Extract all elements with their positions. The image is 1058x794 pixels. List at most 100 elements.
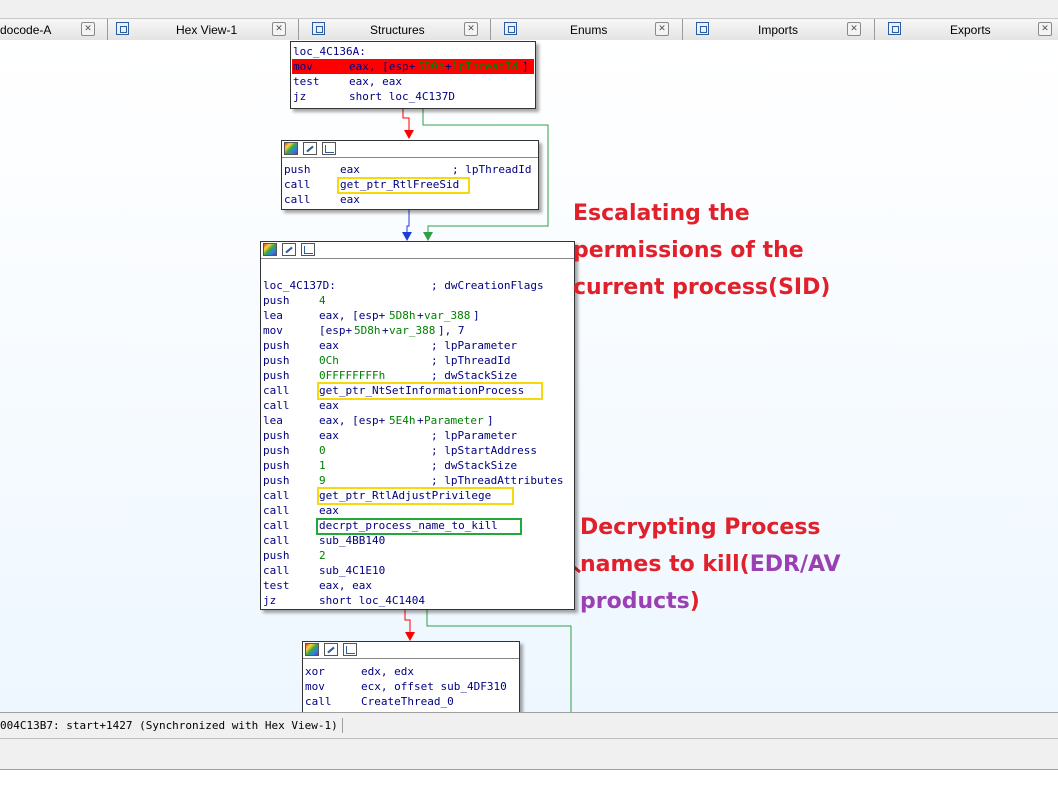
asm-line[interactable]: call get_ptr_RtlFreeSid [284,177,459,192]
mnemonic: push [263,549,290,562]
mnemonic: lea [263,414,283,427]
operand-number: 5D8h [389,309,416,322]
comment: ; lpThreadId [452,163,532,176]
edge-b2-b3-blue [402,210,412,241]
color-icon[interactable] [263,243,277,256]
edge-b1-b2-red [402,108,414,139]
tab-imports[interactable]: Imports ✕ [683,19,875,41]
color-icon[interactable] [305,643,319,656]
code-block-loc_4C137D[interactable]: loc_4C137D: ; dwCreationFlags push 4 lea eax,… [260,241,575,610]
yellow-highlight-box [337,177,470,194]
operand-number: 4 [319,294,326,307]
operand-ref: lpThreadId [452,60,519,73]
annotation-line: permissions of the [573,238,804,263]
comment: ; lpStartAddress [431,444,537,457]
asm-line[interactable]: push eax ; lpThreadId [284,162,531,177]
tab-hex-view[interactable]: Hex View-1 ✕ [108,19,299,41]
code-block-create-thread[interactable]: xor edx, edx mov ecx, offset sub_4DF310 … [302,641,520,712]
asm-line[interactable]: call CreateThread_0 [305,694,454,709]
tab-structures[interactable]: Structures ✕ [299,19,491,41]
operand-ref: var_388 [424,309,471,322]
operand: short loc_4C137D [349,90,455,103]
mnemonic: call [263,489,290,502]
function-call[interactable]: sub_4C1E10 [319,563,385,578]
annotation-text: ) [689,589,700,614]
operand-number: 0 [319,444,326,457]
mnemonic: mov [293,60,313,73]
operand-number: 5E4h [389,414,416,427]
operand: ] [473,309,480,322]
operand-number: 0Ch [319,354,339,367]
group-nodes-icon[interactable] [301,243,315,256]
mnemonic: call [263,564,290,577]
tab-enums[interactable]: Enums ✕ [491,19,683,41]
asm-line[interactable]: jz short loc_4C137D [293,89,455,104]
operand: eax, [esp+ [349,60,416,73]
color-icon[interactable] [284,142,298,155]
close-icon[interactable]: ✕ [847,22,861,36]
status-text: 004C13B7: start+1427 (Synchronized with … [0,718,343,733]
tab-pseudocode[interactable]: docode-A ✕ [0,19,108,41]
operand: short loc_4C1404 [319,594,425,607]
mnemonic: call [305,695,332,708]
rename-icon[interactable] [303,142,317,155]
operand: eax [319,339,339,352]
annotation-line: Decrypting Process [580,515,821,540]
group-nodes-icon[interactable] [343,643,357,656]
graph-view[interactable]: loc_4C136A: mov eax, [esp+ 5D0h + lpThre… [0,40,1058,712]
asm-line[interactable]: call eax [284,192,360,207]
close-icon[interactable]: ✕ [1038,22,1052,36]
annotation-text: names to kill( [580,552,750,577]
function-call[interactable]: sub_4BB140 [319,533,385,548]
annotation-escalate: Escalating the permissions of the curren… [573,195,830,306]
mnemonic: call [263,504,290,517]
operand: + [417,414,424,427]
imports-icon [696,22,709,35]
tab-strip: docode-A ✕ Hex View-1 ✕ Structures ✕ Enu… [0,18,1058,42]
operand-number: 0FFFFFFFFh [319,369,386,382]
mnemonic: test [293,75,320,88]
comment: ; lpParameter [431,339,518,352]
mnemonic: push [263,429,290,442]
code-block-loc_4C136A[interactable]: loc_4C136A: mov eax, [esp+ 5D0h + lpThre… [290,41,536,109]
exports-icon [888,22,901,35]
structures-icon [312,22,325,35]
rename-icon[interactable] [282,243,296,256]
tab-label: Hex View-1 [176,23,238,37]
operand-number: 1 [319,459,326,472]
asm-line[interactable]: mov ecx, offset sub_4DF310 [305,679,507,694]
mnemonic: push [263,474,290,487]
asm-line[interactable]: test eax, eax [293,74,402,89]
asm-line[interactable]: mov eax, [esp+ 5D0h + lpThreadId ] [293,59,529,74]
asm-line[interactable]: xor edx, edx [305,664,414,679]
yellow-highlight-box [317,382,543,400]
mnemonic: push [263,354,290,367]
operand: eax [319,399,339,412]
operand-ref: var_388 [389,324,436,337]
operand-number: 5D8h [354,324,381,337]
close-icon[interactable]: ✕ [272,22,286,36]
group-nodes-icon[interactable] [322,142,336,155]
operand: edx, edx [361,665,414,678]
yellow-highlight-box [317,487,514,505]
label-text: loc_4C136A: [293,45,366,58]
close-icon[interactable]: ✕ [81,22,95,36]
operand: + [382,324,389,337]
comment: ; lpThreadId [431,354,511,367]
tab-exports[interactable]: Exports ✕ [875,19,1058,41]
comment: ; lpThreadAttributes [431,474,564,487]
code-block-free-sid[interactable]: push eax ; lpThreadId call get_ptr_RtlFr… [281,140,539,210]
annotation-line: names to kill(EDR/AV [580,546,841,583]
close-icon[interactable]: ✕ [464,22,478,36]
mnemonic: push [263,339,290,352]
function-call[interactable]: CreateThread_0 [361,694,454,709]
tab-label: Structures [370,23,425,37]
close-icon[interactable]: ✕ [655,22,669,36]
annotation-text-purple: EDR/AV [749,552,841,577]
operand: eax, eax [319,579,372,592]
rename-icon[interactable] [324,643,338,656]
mnemonic: call [263,534,290,547]
mnemonic: xor [305,665,325,678]
annotation-line: Escalating the [573,201,750,226]
block-header [303,642,519,659]
